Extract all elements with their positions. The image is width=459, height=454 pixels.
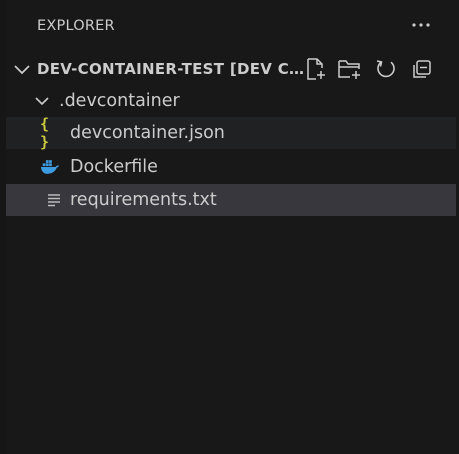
more-actions-button[interactable] — [406, 12, 436, 38]
collapse-all-button[interactable] — [408, 55, 436, 83]
new-file-icon — [307, 58, 325, 80]
refresh-button[interactable] — [372, 55, 400, 83]
tree-item-label: Dockerfile — [70, 157, 158, 177]
explorer-title: EXPLORER — [37, 18, 115, 34]
tree-item-dockerfile[interactable]: Dockerfile — [6, 151, 456, 183]
new-folder-button[interactable] — [336, 55, 364, 83]
json-icon: { } — [40, 115, 49, 151]
docker-icon — [40, 157, 60, 177]
tree-item-label: requirements.txt — [70, 190, 217, 210]
explorer-panel: EXPLORER DEV-CONTAINER-TEST [DEV CONTAIN… — [0, 0, 459, 454]
workspace-title: DEV-CONTAINER-TEST [DEV CONTAINER] — [37, 60, 307, 78]
workspace-section-header[interactable]: DEV-CONTAINER-TEST [DEV CONTAINER] — [6, 52, 459, 85]
text-lines-icon — [44, 190, 64, 210]
tree-item-label: devcontainer.json — [70, 123, 225, 143]
tree-item-devcontainer-json[interactable]: { } devcontainer.json — [6, 115, 456, 151]
new-file-button[interactable] — [302, 55, 330, 83]
tree-item-label: .devcontainer — [59, 91, 180, 111]
ellipsis-icon — [412, 23, 430, 27]
explorer-header: EXPLORER — [0, 0, 459, 52]
refresh-icon — [376, 60, 395, 78]
chevron-down-icon — [35, 97, 49, 106]
new-folder-icon — [338, 60, 360, 79]
tree-item-devcontainer-folder[interactable]: .devcontainer — [6, 85, 456, 117]
collapse-all-icon — [413, 60, 431, 78]
tree-item-requirements-txt[interactable]: requirements.txt — [6, 184, 456, 216]
chevron-down-icon — [14, 65, 30, 75]
